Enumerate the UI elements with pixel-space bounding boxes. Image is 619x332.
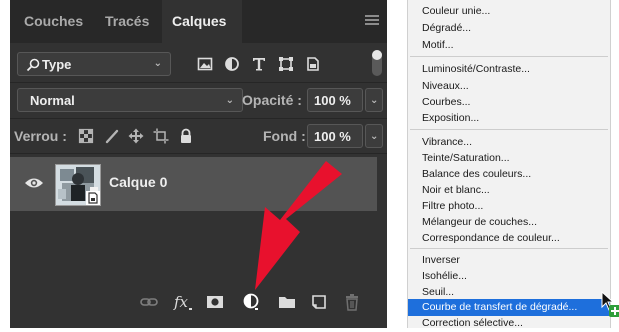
new-layer-icon[interactable] [310,293,328,311]
menu-item-black-white[interactable]: Noir et blanc... [408,182,610,199]
layer-style-fx-icon[interactable]: fx [173,293,195,311]
menu-item-color-balance[interactable]: Balance des couleurs... [408,166,610,183]
layers-panel: Couches Tracés Calques Type ⌄ Normal ⌄ O… [10,0,387,328]
pixel-filter-icon[interactable] [197,56,213,72]
lock-label: Verrou : [14,128,67,144]
divider [10,82,387,83]
fill-field[interactable]: 100 % [307,124,363,148]
layer-thumbnail [55,164,101,206]
svg-text:fx: fx [173,293,189,311]
menu-separator [410,56,608,57]
lock-position-icon[interactable] [128,128,144,144]
fill-label: Fond : [263,128,306,144]
divider [10,153,387,154]
menu-item-gradient-map[interactable]: Courbe de transfert de dégradé... [408,299,610,316]
menu-item-photo-filter[interactable]: Filtre photo... [408,198,610,215]
new-adjustment-layer-icon[interactable] [242,293,260,311]
tab-layers[interactable]: Calques [162,0,242,43]
opacity-value: 100 % [314,93,351,108]
chevron-down-icon: ⌄ [225,95,234,106]
tab-channels[interactable]: Couches [24,0,83,43]
add-mask-icon[interactable] [206,293,224,311]
menu-item-levels[interactable]: Niveaux... [408,78,610,95]
lock-artboard-icon[interactable] [153,128,169,144]
layer-filter-dropdown[interactable]: Type ⌄ [17,52,171,76]
layer-name: Calque 0 [109,174,168,190]
menu-item-channel-mixer[interactable]: Mélangeur de couches... [408,214,610,231]
filter-toggle[interactable] [372,50,382,76]
chevron-down-icon: ⌄ [370,95,379,106]
type-filter-icon[interactable] [251,56,267,72]
menu-item-pattern[interactable]: Motif... [408,37,610,54]
divider [10,118,387,119]
new-group-folder-icon[interactable] [278,293,296,311]
blend-mode-value: Normal [30,93,75,108]
link-layers-icon[interactable] [140,293,158,311]
menu-item-selective-color[interactable]: Correction sélective... [408,315,610,332]
layer-row[interactable]: Calque 0 [10,157,377,211]
menu-item-brightness-contrast[interactable]: Luminosité/Contraste... [408,61,610,78]
smart-object-badge-icon [86,191,100,205]
menu-item-hue-saturation[interactable]: Teinte/Saturation... [408,150,610,167]
lock-image-pixels-icon[interactable] [104,128,120,144]
menu-item-color-lookup[interactable]: Correspondance de couleur... [408,230,610,247]
fill-value: 100 % [314,129,351,144]
menu-item-solid-color[interactable]: Couleur unie... [408,3,610,20]
opacity-label: Opacité : [242,92,302,108]
menu-item-curves[interactable]: Courbes... [408,94,610,111]
lock-all-icon[interactable] [178,128,194,144]
menu-separator [410,248,608,249]
lock-transparent-pixels-icon[interactable] [78,128,94,144]
layers-footer-toolbar: fx [10,280,387,328]
menu-item-invert[interactable]: Inverser [408,252,610,269]
fill-slider-button[interactable]: ⌄ [365,124,383,148]
panel-menu-icon[interactable] [365,15,379,25]
shape-filter-icon[interactable] [278,56,294,72]
adjustment-layer-menu: Couleur unie... Dégradé... Motif... Lumi… [407,0,611,329]
filter-type-label: Type [42,57,72,72]
menu-item-vibrance[interactable]: Vibrance... [408,134,610,151]
panel-tab-bar: Couches Tracés Calques [10,0,387,43]
adjustment-filter-icon[interactable] [224,56,240,72]
opacity-slider-button[interactable]: ⌄ [365,88,383,112]
chevron-down-icon: ⌄ [153,58,162,69]
menu-item-posterize[interactable]: Isohélie... [408,268,610,285]
visibility-eye-icon[interactable] [24,175,44,191]
tab-paths[interactable]: Tracés [105,0,149,43]
menu-separator [410,129,608,130]
menu-item-gradient[interactable]: Dégradé... [408,20,610,37]
search-icon [26,58,40,72]
delete-layer-trash-icon[interactable] [343,293,361,311]
smart-object-filter-icon[interactable] [305,56,321,72]
mouse-cursor-copy-icon [601,291,619,317]
blend-mode-dropdown[interactable]: Normal ⌄ [17,88,243,112]
menu-item-exposure[interactable]: Exposition... [408,110,610,127]
chevron-down-icon: ⌄ [370,131,379,142]
opacity-field[interactable]: 100 % [307,88,363,112]
